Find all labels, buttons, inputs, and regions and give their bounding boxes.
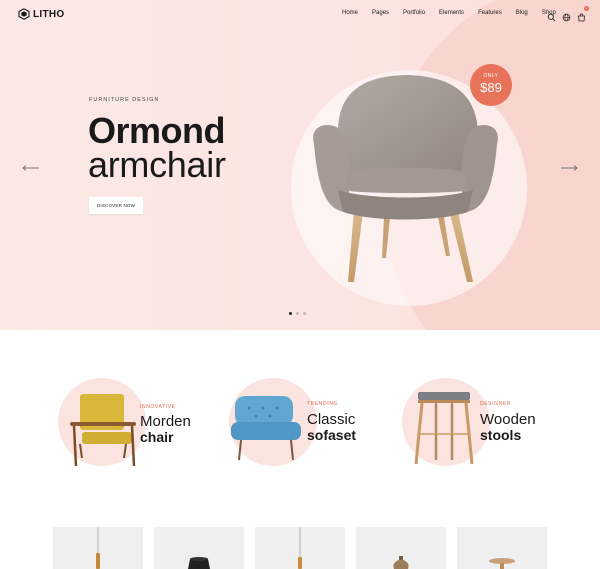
wooden-stool-image [414, 392, 474, 465]
globe-icon[interactable] [562, 9, 571, 22]
category-card-sofaset[interactable]: TRENDING Classic sofaset [229, 378, 379, 468]
price-badge: ONLY $89 [470, 64, 512, 106]
side-table-image [489, 558, 515, 569]
category-title-light: Classic [307, 411, 356, 428]
cart-icon[interactable]: 0 [577, 6, 589, 22]
brand-name: LITHO [33, 8, 65, 20]
hero-title-line1: Ormond [88, 110, 225, 151]
armchair-image [313, 75, 498, 282]
header-actions: 0 [547, 6, 589, 22]
category-tag: DESIGNER [480, 401, 511, 407]
previous-slide-arrow-icon[interactable] [22, 159, 40, 177]
category-title-bold: sofaset [307, 427, 357, 443]
nav-pages[interactable]: Pages [372, 10, 389, 16]
category-title-light: Wooden [480, 411, 536, 428]
hanging-lamp-image [298, 527, 302, 569]
slider-pagination [289, 312, 306, 315]
main-nav: Home Pages Portfolio Elements Features B… [342, 10, 570, 16]
category-card-stools[interactable]: DESIGNER Wooden stools [402, 378, 552, 468]
hero-title: Ormond armchair [88, 110, 226, 185]
search-icon[interactable] [547, 9, 556, 22]
logo-cube-icon [18, 8, 30, 20]
hero-slider: LITHO Home Pages Portfolio Elements Feat… [0, 0, 600, 330]
nav-portfolio[interactable]: Portfolio [403, 10, 425, 16]
product-card-4[interactable] [356, 527, 446, 569]
category-tag: TRENDING [307, 401, 338, 407]
product-card-3[interactable] [255, 527, 345, 569]
discover-now-button[interactable]: DISCOVER NOW [89, 197, 143, 214]
pendant-lamp-image [96, 527, 100, 569]
nav-elements[interactable]: Elements [439, 10, 464, 16]
blue-sofa-image [231, 396, 301, 461]
nav-home[interactable]: Home [342, 10, 358, 16]
site-header: LITHO Home Pages Portfolio Elements Feat… [0, 0, 600, 28]
slide-dot-3[interactable] [303, 312, 306, 315]
price-badge-label: ONLY [483, 73, 499, 79]
category-title-light: Morden [140, 413, 191, 430]
price-badge-amount: $89 [480, 80, 502, 95]
product-card-1[interactable] [53, 527, 143, 569]
hero-eyebrow: FURNITURE DESIGN [89, 97, 160, 103]
brand-logo[interactable]: LITHO [18, 8, 65, 20]
slide-dot-1[interactable] [289, 312, 292, 315]
cart-count-badge: 0 [584, 6, 589, 11]
category-tag: INNOVATIVE [140, 404, 176, 410]
hero-title-line2: armchair [88, 144, 226, 185]
category-card-chair[interactable]: INNOVATIVE Morden chair [58, 378, 208, 468]
category-title-bold: stools [480, 427, 522, 443]
nav-features[interactable]: Features [478, 10, 502, 16]
nav-blog[interactable]: Blog [516, 10, 528, 16]
black-lamp-image [188, 557, 210, 569]
product-card-5[interactable] [457, 527, 547, 569]
yellow-chair-image [70, 394, 136, 467]
category-title-bold: chair [140, 429, 174, 445]
product-card-2[interactable] [154, 527, 244, 569]
slide-dot-2[interactable] [296, 312, 299, 315]
next-slide-arrow-icon[interactable] [560, 159, 578, 177]
vase-image [393, 556, 409, 569]
